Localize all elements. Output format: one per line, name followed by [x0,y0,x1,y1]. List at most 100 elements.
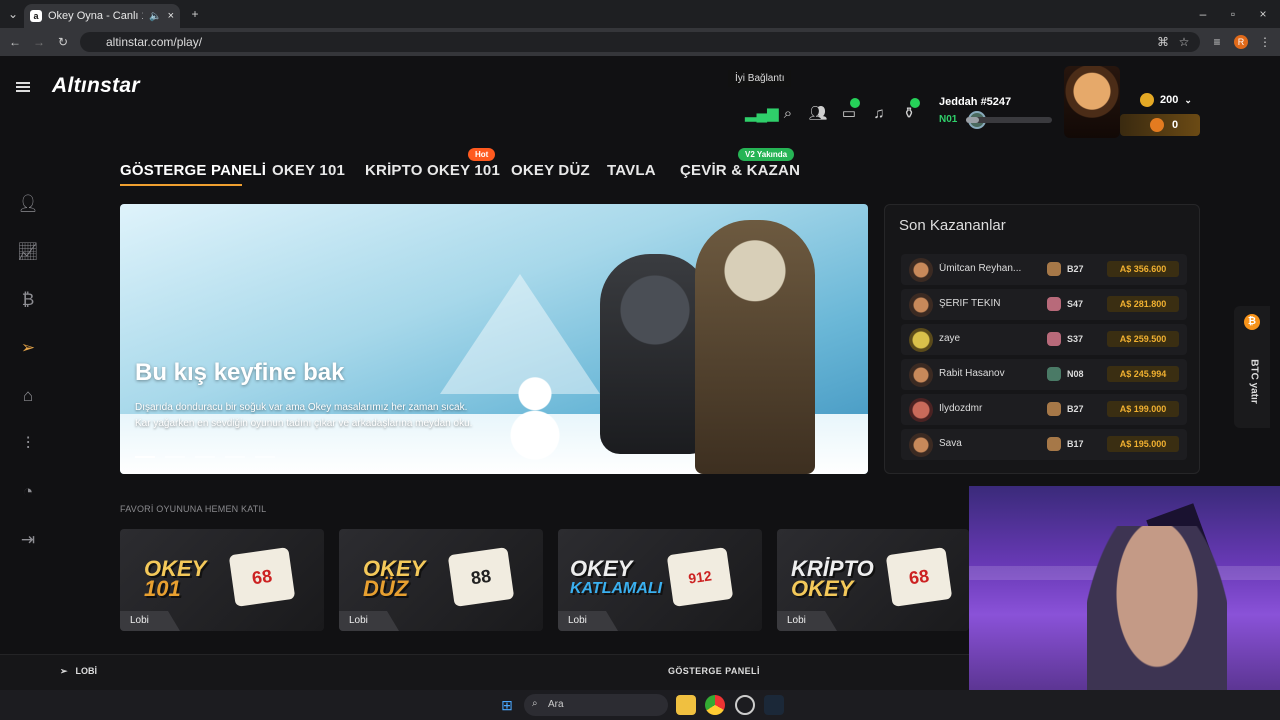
tab-title: Okey Oyna - Canlı 101 Okey [48,10,143,22]
winner-level: N08 [1067,369,1084,379]
gold-coin-icon [1150,118,1164,132]
nav-gosterge-paneli[interactable]: GÖSTERGE PANELİ [120,162,266,179]
winner-row: Ümitcan Reyhan... B27 A$ 356.600 [901,254,1187,285]
pagination-dot[interactable] [195,456,215,458]
skeleton-character-illustration [695,220,815,474]
card-title-line-2: DÜZ [363,576,409,601]
level-emblem-icon [1047,367,1061,381]
bottom-lobi[interactable]: ➢ LOBİ [60,666,97,677]
winner-level: B17 [1067,439,1084,449]
support-headset-icon[interactable]: ◔ [14,478,42,506]
close-window-icon[interactable]: × [1254,4,1272,24]
card-title-line-2: KATLAMALI [570,580,663,597]
bitcoin-icon: ₿ [1244,314,1260,330]
lobby-label[interactable]: Lobi [777,611,837,631]
winner-avatar [909,398,933,422]
site-logo[interactable]: Altınstar [52,74,140,98]
card-title-line-1: OKEY [570,556,633,581]
winner-name: İlydozdmr [939,403,983,414]
tab-list-icon[interactable]: ⌄ [4,4,22,24]
coin-amount: 200 [1160,94,1179,106]
game-card-okey-101[interactable]: OKEY 101 68 Lobi [120,529,324,631]
nav-tavla[interactable]: TAVLA [607,162,656,179]
pagination-dot[interactable] [165,456,185,458]
taskbar-search[interactable]: ⌕ Ara [524,694,668,716]
nav-kripto-okey-101[interactable]: KRİPTO OKEY 101 [365,162,500,179]
btc-deposit-tab[interactable]: ₿ BTC yatır [1234,306,1270,428]
chrome-icon[interactable] [705,695,725,715]
game-card-okey-katlamali[interactable]: OKEY KATLAMALI 912 Lobi [558,529,762,631]
speaker-icon: 🔈 [149,10,162,22]
settings-sliders-icon[interactable]: ⫶ [14,430,42,458]
winner-row: İlydozdmr B27 A$ 199.000 [901,394,1187,425]
lobby-label[interactable]: Lobi [339,611,399,631]
winner-avatar [909,293,933,317]
new-tab-icon[interactable]: + [186,4,204,24]
xp-fill [966,117,979,123]
winner-level: B27 [1067,404,1084,414]
menu-dots-icon[interactable]: ⋮ [1256,32,1274,52]
user-rank: N01 [939,114,958,125]
bitcoin-icon[interactable]: ₿ [14,286,42,314]
promo-banner[interactable]: Bu kış keyfine bak Dışarıda donduracu bi… [120,204,868,474]
tag-icon[interactable]: ⌂ [14,382,42,410]
pagination-dot[interactable] [225,456,245,458]
restore-icon[interactable]: ▫ [1224,4,1242,24]
logout-icon[interactable]: ⇥ [14,526,42,554]
profile-avatar[interactable]: R [1234,35,1248,49]
pagination-dot[interactable] [135,456,155,458]
music-icon[interactable]: ♫ [867,102,891,126]
banner-headline: Bu kış keyfine bak [135,359,345,386]
search-icon[interactable]: ⌕ [776,102,800,126]
coin-balance[interactable]: 200 ⌄ [1120,90,1200,110]
stats-icon[interactable]: 📈︎ [14,238,42,266]
username: Jeddah #5247 [939,96,1012,108]
translate-icon[interactable]: ⌘ [1154,32,1172,52]
profile-icon[interactable]: 👤︎ [14,190,42,218]
signal-icon[interactable]: ▂▄▆ [745,102,779,126]
winner-level: S47 [1067,299,1084,309]
banner-pagination [135,456,275,458]
game-card-okey-duz[interactable]: OKEY DÜZ 88 Lobi [339,529,543,631]
bookmark-star-icon[interactable]: ☆ [1175,32,1193,52]
file-explorer-icon[interactable] [676,695,696,715]
nav-active-underline [120,184,242,186]
game-card-kripto-okey[interactable]: KRİPTO OKEY 68 Lobi [777,529,969,631]
search-icon: ⌕ [532,698,538,709]
connection-tooltip: İyi Bağlantı [728,70,792,87]
steam-icon[interactable] [764,695,784,715]
windows-start-icon[interactable]: ⊞ [497,695,517,715]
reload-icon[interactable]: ↻ [54,32,72,52]
minimize-icon[interactable]: – [1194,4,1212,24]
lobby-label[interactable]: Lobi [558,611,618,631]
level-emblem-icon [1047,332,1061,346]
app-icon[interactable] [735,695,755,715]
bottom-panel-label[interactable]: GÖSTERGE PANELİ [668,666,760,676]
card-title-line-2: OKEY [791,576,854,601]
back-icon[interactable]: ← [6,32,24,52]
forward-icon[interactable]: → [30,32,48,52]
favorites-label: FAVORİ OYUNUNA HEMEN KATIL [120,504,267,514]
send-icon[interactable]: ➢ [14,334,42,362]
gold-amount: 0 [1172,119,1179,131]
gold-balance[interactable]: 0 [1120,114,1200,136]
nav-okey-101[interactable]: OKEY 101 [272,162,345,179]
url-input[interactable]: altinstar.com/play/ [80,32,1200,52]
card-title-line-2: 101 [144,576,181,601]
card-title: OKEY DÜZ [363,558,425,601]
nav-okey-duz[interactable]: OKEY DÜZ [511,162,590,179]
pagination-dot[interactable] [255,456,275,458]
banner-subtext: Dışarıda donduracu bir soğuk var ama Oke… [135,400,495,432]
close-tab-icon[interactable]: × [168,10,174,22]
banner-subline-1: Dışarıda donduracu bir soğuk var ama Oke… [135,402,468,413]
winner-amount: A$ 356.600 [1107,261,1179,277]
user-avatar[interactable] [1064,66,1120,138]
url-text: altinstar.com/play/ [106,35,203,49]
okey-tile-illustration: 912 [666,547,734,607]
winner-amount: A$ 199.000 [1107,401,1179,417]
lobby-label[interactable]: Lobi [120,611,180,631]
friends-icon[interactable]: 👥︎ [806,102,830,126]
media-icon[interactable]: ≡ [1208,32,1226,52]
browser-tab[interactable]: a Okey Oyna - Canlı 101 Okey 🔈 × [24,4,180,28]
nav-cevir-kazan[interactable]: ÇEVİR & KAZAN [680,162,800,179]
